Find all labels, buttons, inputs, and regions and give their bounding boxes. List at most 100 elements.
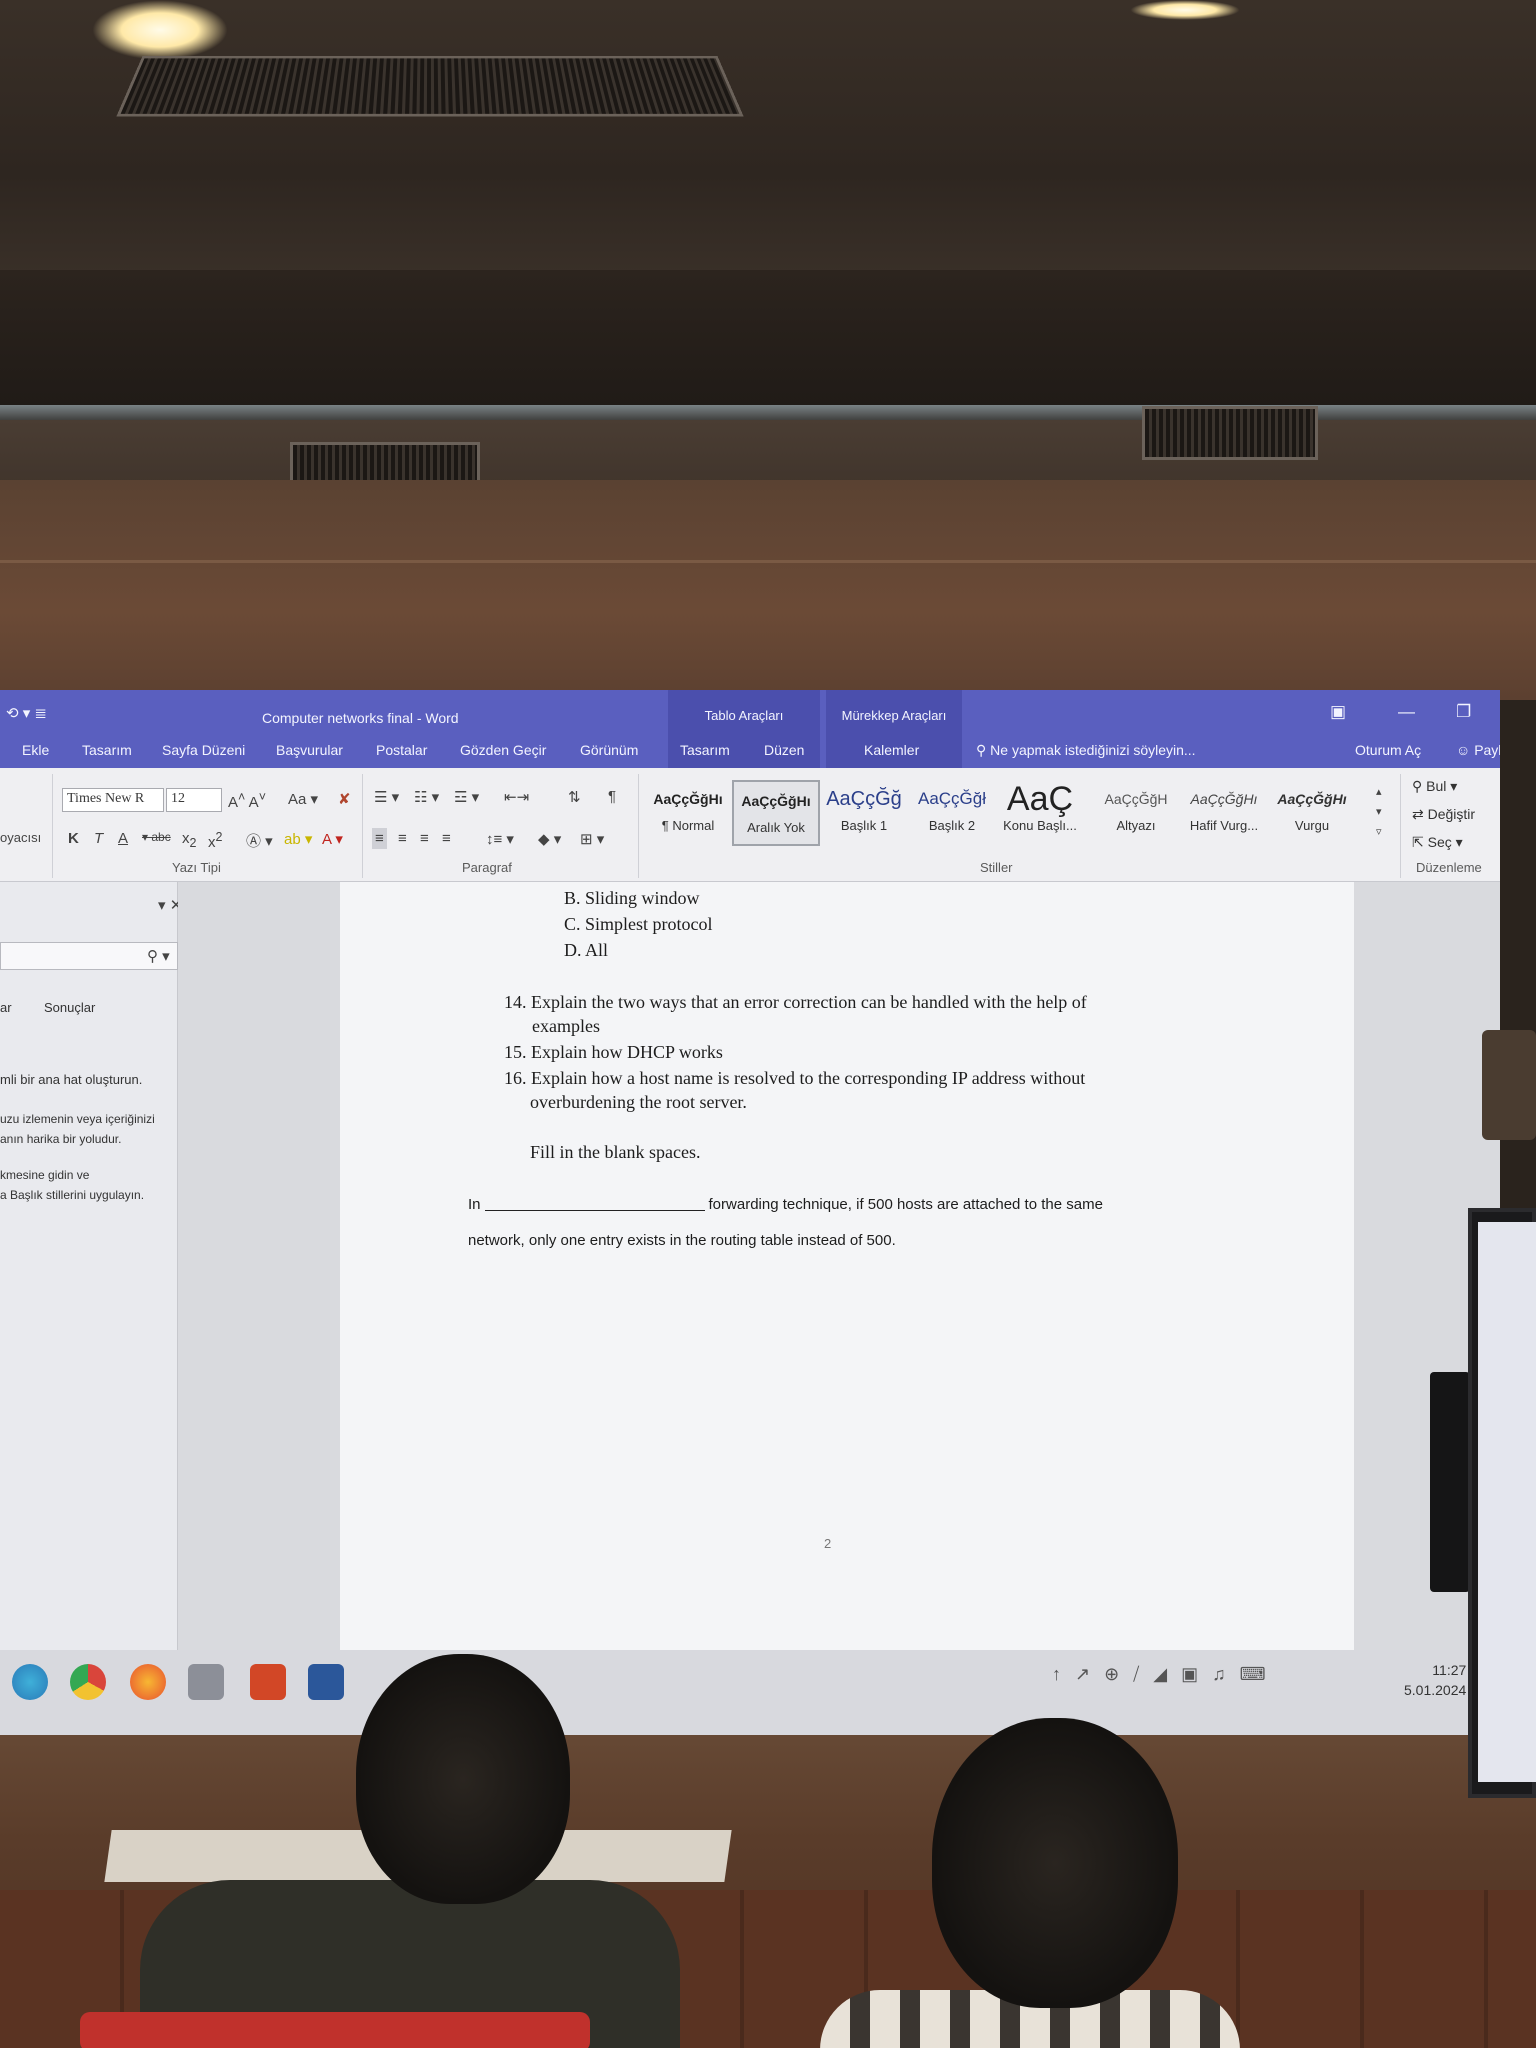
pilcrow-icon[interactable]: ¶	[608, 788, 616, 805]
system-tray-icons[interactable]: ↑↗⊕⧸◢▣♫⌨	[1052, 1664, 1280, 1685]
ribbon-display-icon[interactable]: ▣	[1330, 702, 1346, 722]
sort-icon[interactable]: ⇅	[568, 788, 581, 806]
ceiling-light	[92, 0, 228, 60]
font-name-field[interactable]: Times New R	[62, 788, 164, 812]
grow-font-icon[interactable]: A˄ A˅	[228, 790, 266, 811]
align-left-icon[interactable]: ≡	[372, 828, 387, 849]
style-no-spacing[interactable]: AaÇçĞğHı Aralık Yok	[732, 780, 820, 846]
highlight-icon[interactable]: ab ▾	[284, 830, 312, 848]
align-center-icon[interactable]: ≡	[398, 830, 407, 847]
clock-date: 5.01.2024	[1404, 1682, 1467, 1698]
question-14-cont: examples	[532, 1016, 600, 1036]
font-size-field[interactable]: 12	[166, 788, 222, 812]
tab-basvurular[interactable]: Başvurular	[276, 734, 343, 758]
page-number: 2	[824, 1536, 832, 1551]
styles-scroll-icon[interactable]: ▴ ▾ ▿	[1376, 782, 1382, 842]
chrome-icon[interactable]	[70, 1664, 106, 1700]
numbering-icon[interactable]: ☷ ▾	[414, 788, 439, 806]
borders-icon[interactable]: ⊞ ▾	[580, 830, 604, 848]
justify-icon[interactable]: ≡	[442, 830, 451, 847]
clear-formatting-icon[interactable]: ✘	[338, 790, 351, 808]
multilevel-list-icon[interactable]: ☲ ▾	[454, 788, 479, 806]
word-icon[interactable]	[308, 1664, 344, 1700]
line-spacing-icon[interactable]: ↕≡ ▾	[486, 830, 514, 848]
format-painter-label[interactable]: oyacısı	[0, 830, 41, 845]
style-sample: AaÇçĞğ	[826, 788, 902, 810]
powerpoint-icon[interactable]	[250, 1664, 286, 1700]
bullets-icon[interactable]: ☰ ▾	[374, 788, 399, 806]
student-head	[932, 1718, 1178, 2008]
tab-table-duzen[interactable]: Düzen	[764, 734, 804, 758]
restore-icon[interactable]: ❐	[1456, 702, 1471, 722]
style-sample: AaÇçĞğł	[917, 789, 987, 808]
nav-tab-results[interactable]: Sonuçlar	[44, 1000, 95, 1015]
style-sample: AaÇ	[1006, 780, 1074, 818]
replace-button[interactable]: ⇄ Değiştir	[1412, 806, 1475, 823]
fill-prefix: In	[468, 1196, 481, 1213]
quick-access-toolbar[interactable]: ⟲ ▾ ≣	[6, 704, 47, 722]
clock[interactable]: 11:27 5.01.2024	[1404, 1660, 1466, 1700]
option-b: B. Sliding window	[564, 888, 700, 908]
tab-kalemler[interactable]: Kalemler	[864, 734, 919, 758]
nav-hint-line: a Başlık stillerini uygulayın.	[0, 1188, 145, 1202]
minimize-icon[interactable]: —	[1398, 702, 1415, 722]
window-title: Computer networks final - Word	[262, 710, 459, 726]
style-heading-2[interactable]: AaÇçĞğł Başlık 2	[908, 780, 996, 846]
styles-group-label: Stiller	[980, 860, 1013, 875]
document-page[interactable]: B. Sliding window C. Simplest protocol D…	[340, 882, 1354, 1702]
nav-hint-line: uzu izlemenin veya içeriğinizi	[0, 1112, 155, 1126]
replace-label: Değiştir	[1427, 806, 1476, 822]
nav-hint-line: mli bir ana hat oluşturun.	[0, 1072, 143, 1087]
font-group-label: Yazı Tipi	[172, 860, 221, 875]
superscript-icon[interactable]: x2	[208, 830, 222, 851]
nav-search-input[interactable]: ⚲ ▾	[0, 942, 178, 970]
style-name: Aralık Yok	[747, 820, 805, 835]
select-label: Seç	[1427, 834, 1452, 850]
font-color-icon[interactable]: A ▾	[322, 830, 343, 848]
strikethrough-icon[interactable]: ▾ abc	[142, 830, 171, 844]
style-title[interactable]: AaÇ Konu Başlı...	[996, 780, 1084, 846]
tab-table-tasarim[interactable]: Tasarım	[680, 734, 730, 758]
indent-icon[interactable]: ⇤⇥	[504, 788, 529, 806]
style-normal[interactable]: AaÇçĞğHı ¶ Normal	[644, 780, 732, 846]
document-area: B. Sliding window C. Simplest protocol D…	[178, 882, 1500, 1732]
search-icon: ⚲	[1412, 778, 1423, 794]
subscript-icon[interactable]: x2	[182, 830, 196, 850]
edge-icon[interactable]	[12, 1664, 48, 1700]
share-button[interactable]: ☺ Paylaş	[1456, 742, 1500, 758]
find-button[interactable]: ⚲ Bul ▾	[1412, 778, 1457, 795]
tab-ekle[interactable]: Ekle	[22, 734, 49, 758]
divider	[362, 774, 363, 878]
select-button[interactable]: ⇱ Seç ▾	[1412, 834, 1463, 851]
style-emphasis[interactable]: AaÇçĞğHı Vurgu	[1268, 780, 1356, 846]
fill-heading: Fill in the blank spaces.	[530, 1142, 701, 1162]
tab-gozden-gecir[interactable]: Gözden Geçir	[460, 734, 546, 758]
change-case-icon[interactable]: Aa ▾	[288, 790, 318, 808]
style-subtle-emphasis[interactable]: AaÇçĞğHı Hafif Vurg...	[1180, 780, 1268, 846]
text-effects-icon[interactable]: Ⓐ ▾	[246, 830, 273, 851]
tell-me-text: Ne yapmak istediğinizi söyleyin...	[990, 742, 1196, 758]
bold-icon[interactable]: K	[68, 830, 79, 847]
question-14: 14. Explain the two ways that an error c…	[504, 992, 1087, 1012]
style-subtitle[interactable]: AaÇçĞğH Altyazı	[1092, 780, 1180, 846]
sign-in-link[interactable]: Oturum Aç	[1355, 742, 1421, 758]
tab-sayfa-duzeni[interactable]: Sayfa Düzeni	[162, 734, 245, 758]
tell-me-box[interactable]: ⚲ Ne yapmak istediğinizi söyleyin...	[976, 742, 1196, 759]
divider	[638, 774, 639, 878]
wall-rail	[0, 560, 1536, 563]
taskbar: ↑↗⊕⧸◢▣♫⌨ 11:27 5.01.2024	[0, 1650, 1500, 1735]
style-heading-1[interactable]: AaÇçĞğ Başlık 1	[820, 780, 908, 846]
tab-tasarim[interactable]: Tasarım	[82, 734, 132, 758]
tab-postalar[interactable]: Postalar	[376, 734, 427, 758]
align-right-icon[interactable]: ≡	[420, 830, 429, 847]
ceiling	[0, 0, 1536, 290]
clock-time: 11:27	[1432, 1662, 1467, 1678]
app-icon[interactable]	[188, 1664, 224, 1700]
title-bar: ⟲ ▾ ≣ Computer networks final - Word Tab…	[0, 690, 1500, 768]
italic-icon[interactable]: T	[94, 830, 103, 847]
underline-icon[interactable]: A	[118, 830, 128, 847]
nav-tab-headings[interactable]: ar	[0, 1000, 12, 1015]
firefox-icon[interactable]	[130, 1664, 166, 1700]
shading-icon[interactable]: ◆ ▾	[538, 830, 561, 848]
tab-gorunum[interactable]: Görünüm	[580, 734, 638, 758]
